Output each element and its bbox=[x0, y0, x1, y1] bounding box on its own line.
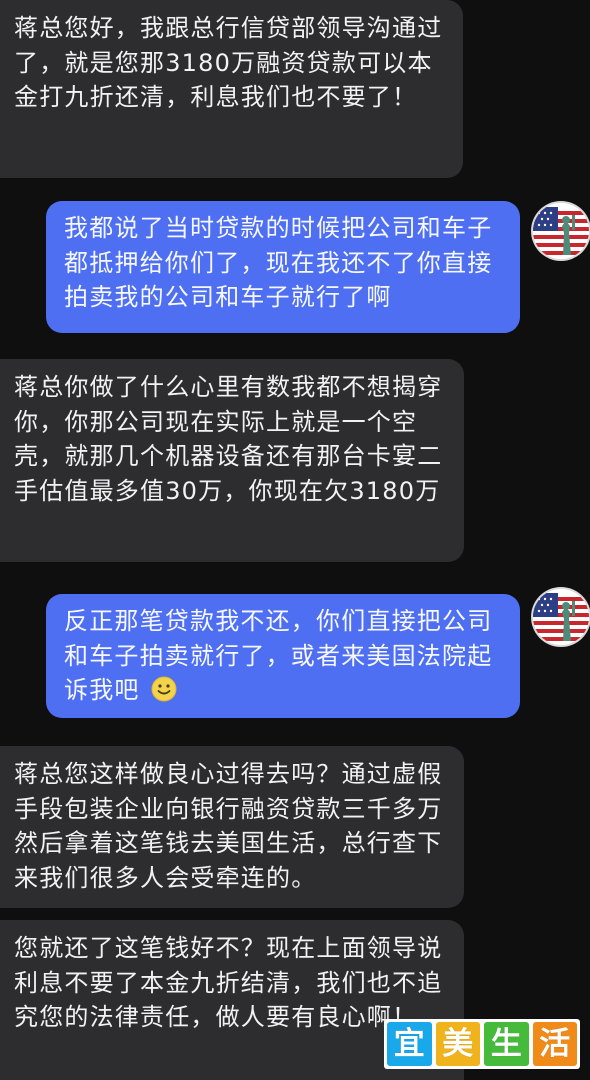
message-text: 反正那笔贷款我不还，你们直接把公司和车子拍卖就行了，或者来美国法院起诉我吧 bbox=[64, 607, 493, 704]
message-text: 我都说了当时贷款的时候把公司和车子都抵押给你们了，现在我还不了你直接拍卖我的公司… bbox=[64, 214, 493, 311]
chat-conversation: 蒋总您好，我跟总行信贷部领导沟通过了，就是您那3180万融资贷款可以本金打九折还… bbox=[0, 0, 590, 1080]
user-avatar-american-flag-icon[interactable] bbox=[533, 203, 589, 259]
message-bubble-incoming[interactable]: 蒋总您好，我跟总行信贷部领导沟通过了，就是您那3180万融资贷款可以本金打九折还… bbox=[0, 0, 463, 178]
watermark-char: 美 bbox=[435, 1022, 480, 1066]
smiling-face-emoji-icon bbox=[150, 675, 178, 703]
watermark-char: 宜 bbox=[387, 1022, 432, 1066]
message-text: 您就还了这笔钱好不？现在上面领导说利息不要了本金九折结清，我们也不追究您的法律责… bbox=[14, 934, 443, 1031]
user-avatar-american-flag-icon[interactable] bbox=[533, 589, 589, 645]
message-text: 蒋总您这样做良心过得去吗？通过虚假手段包装企业向银行融资贷款三千多万然后拿着这笔… bbox=[14, 760, 443, 892]
message-text: 蒋总您好，我跟总行信贷部领导沟通过了，就是您那3180万融资贷款可以本金打九折还… bbox=[14, 14, 443, 111]
american-flag-statue-of-liberty-icon bbox=[533, 203, 589, 259]
message-bubble-outgoing[interactable]: 我都说了当时贷款的时候把公司和车子都抵押给你们了，现在我还不了你直接拍卖我的公司… bbox=[46, 201, 520, 333]
message-bubble-outgoing[interactable]: 反正那笔贷款我不还，你们直接把公司和车子拍卖就行了，或者来美国法院起诉我吧 bbox=[46, 594, 520, 718]
watermark-char: 生 bbox=[484, 1022, 529, 1066]
message-bubble-incoming[interactable]: 蒋总你做了什么心里有数我都不想揭穿你，你那公司现在实际上就是一个空壳，就那几个机… bbox=[0, 359, 464, 562]
message-text: 蒋总你做了什么心里有数我都不想揭穿你，你那公司现在实际上就是一个空壳，就那几个机… bbox=[14, 373, 443, 505]
watermark-char: 活 bbox=[532, 1022, 577, 1066]
message-bubble-incoming[interactable]: 蒋总您这样做良心过得去吗？通过虚假手段包装企业向银行融资贷款三千多万然后拿着这笔… bbox=[0, 746, 464, 908]
site-watermark: 宜 美 生 活 bbox=[384, 1019, 580, 1069]
american-flag-statue-of-liberty-icon bbox=[533, 589, 589, 645]
